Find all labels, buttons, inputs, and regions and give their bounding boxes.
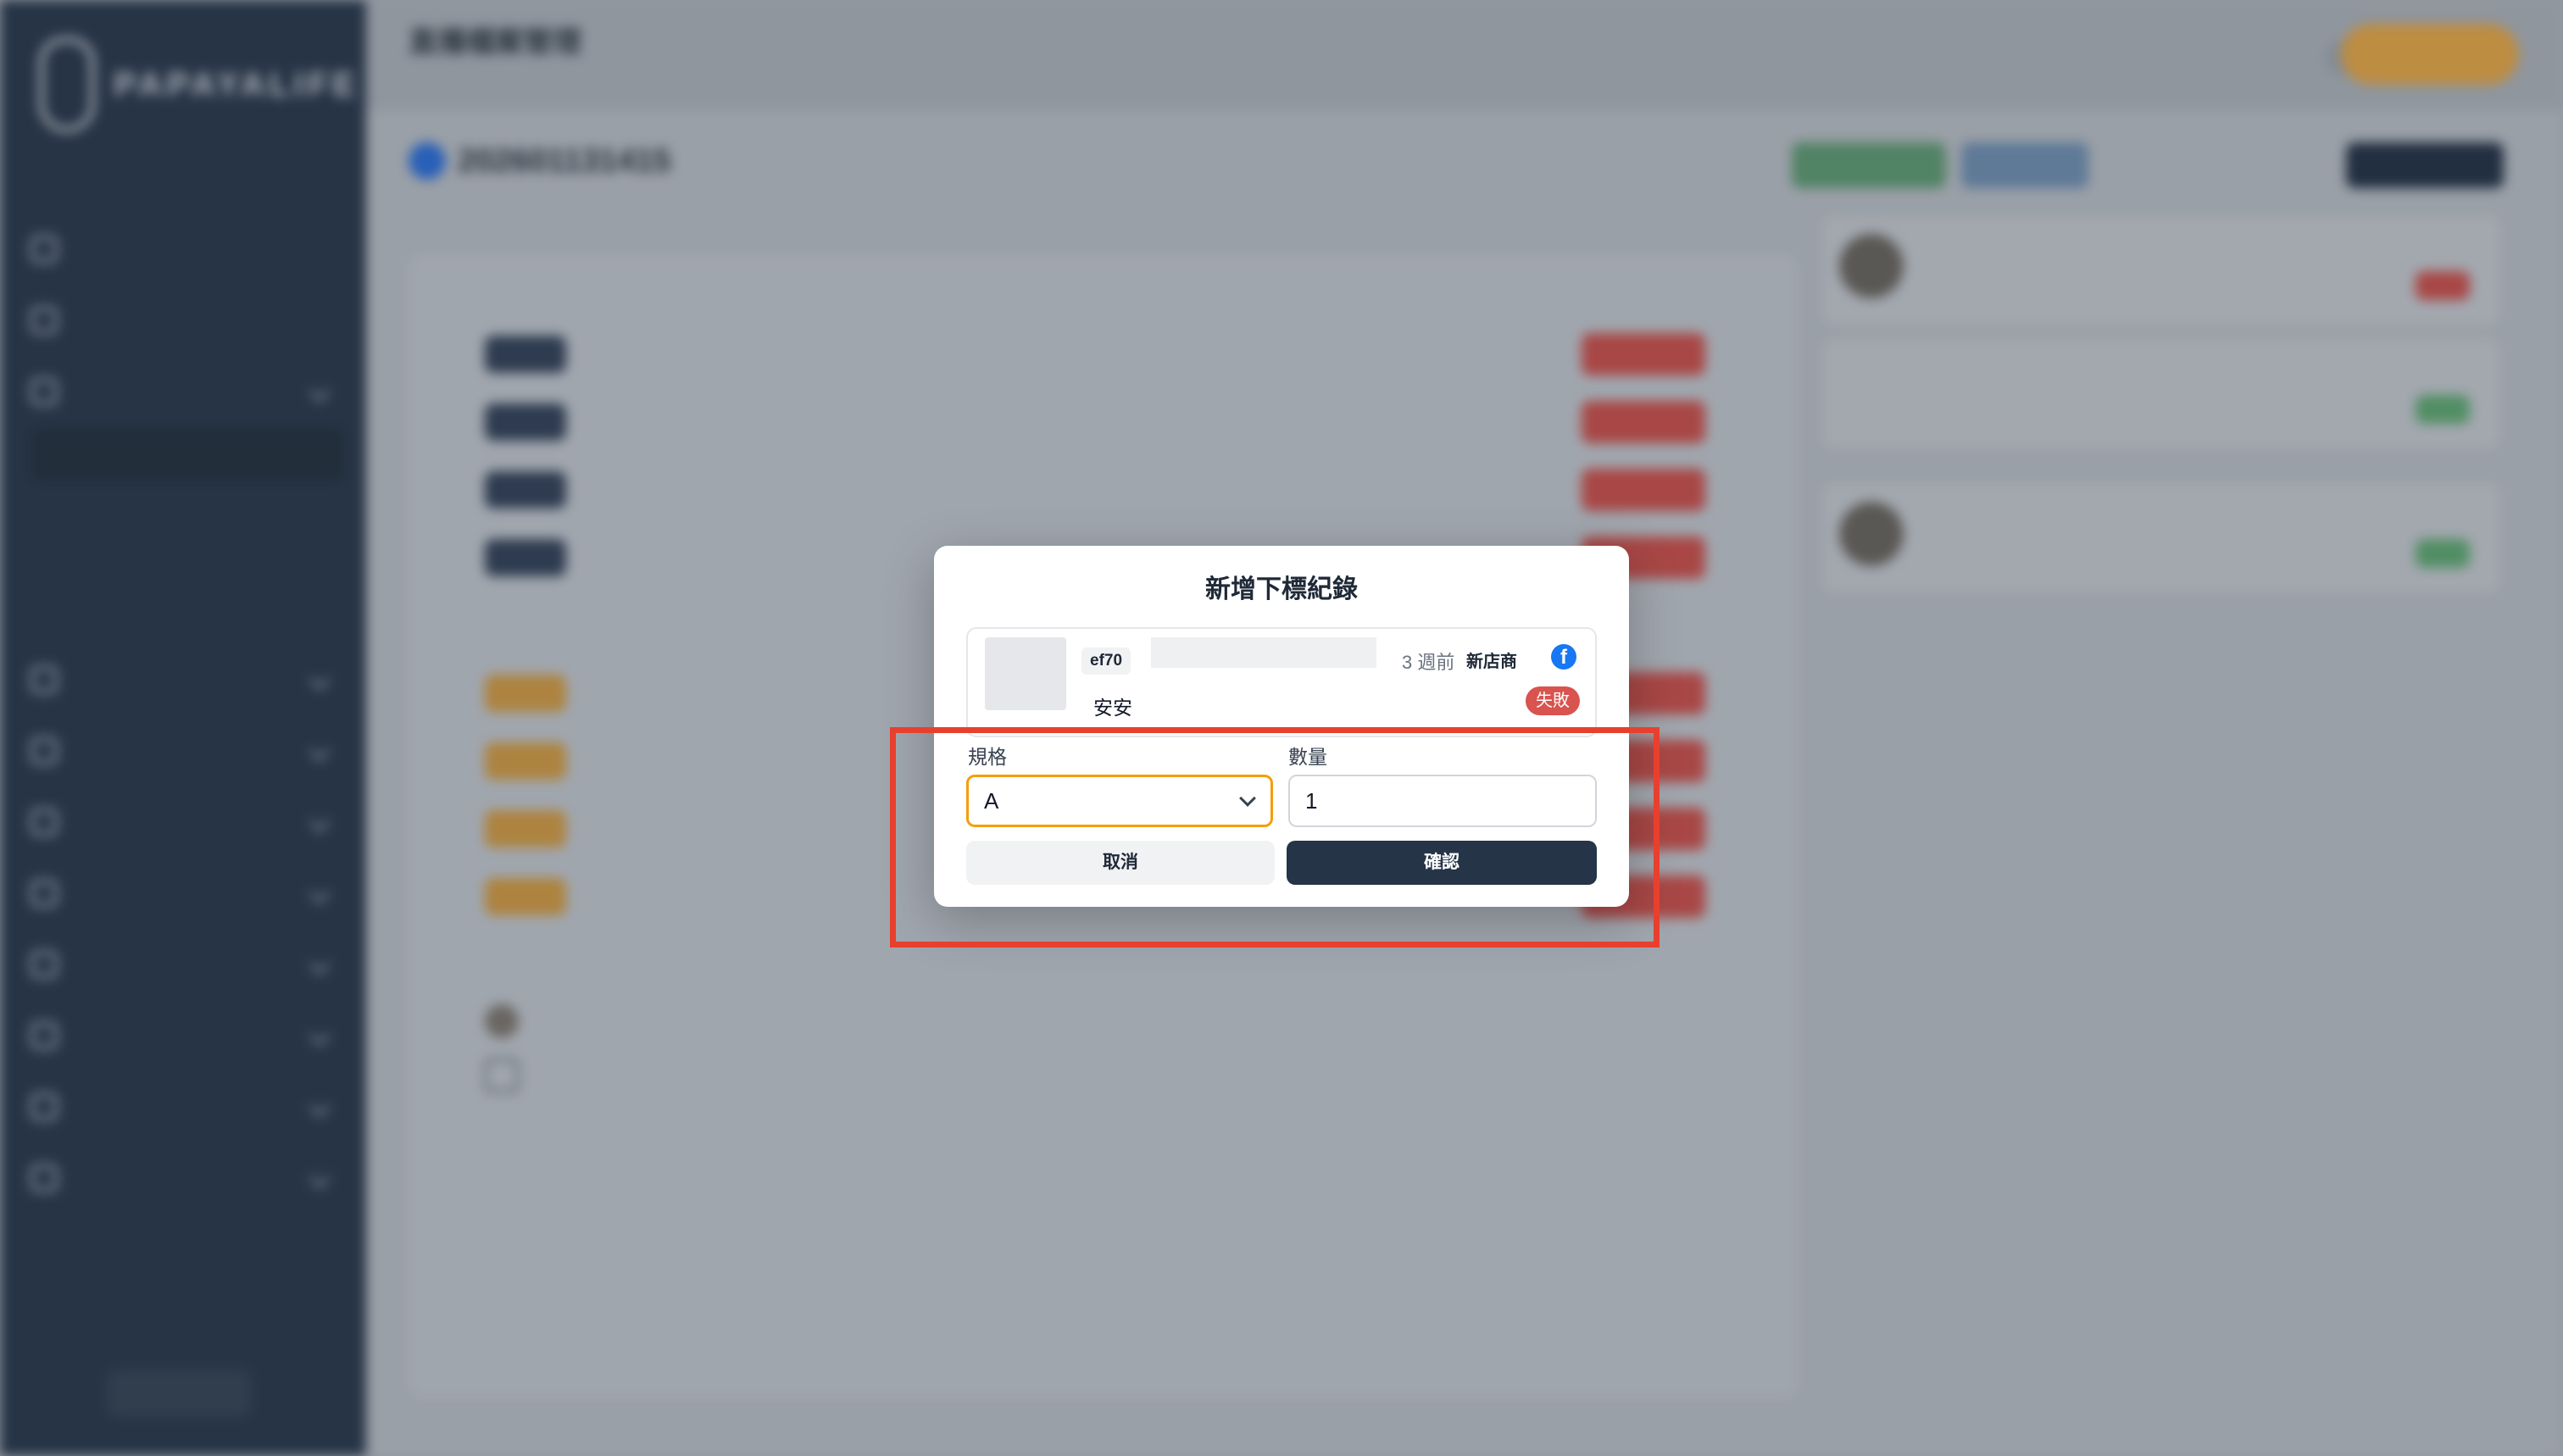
status-badge: 失敗 — [1526, 686, 1580, 715]
facebook-icon: f — [1551, 644, 1576, 670]
buyer-name: 安安 — [1093, 697, 1132, 719]
item-time: 3 週前 — [1402, 652, 1455, 673]
dialog-title: 新增下標紀錄 — [1205, 575, 1358, 603]
comment-item-card: ef70 3 週前 新店商 f 安安 失敗 — [966, 627, 1597, 737]
highlight-annotation-box — [890, 727, 1660, 948]
item-name-placeholder — [1151, 637, 1376, 668]
item-shop: 新店商 — [1466, 653, 1517, 671]
item-code-badge: ef70 — [1081, 647, 1131, 675]
